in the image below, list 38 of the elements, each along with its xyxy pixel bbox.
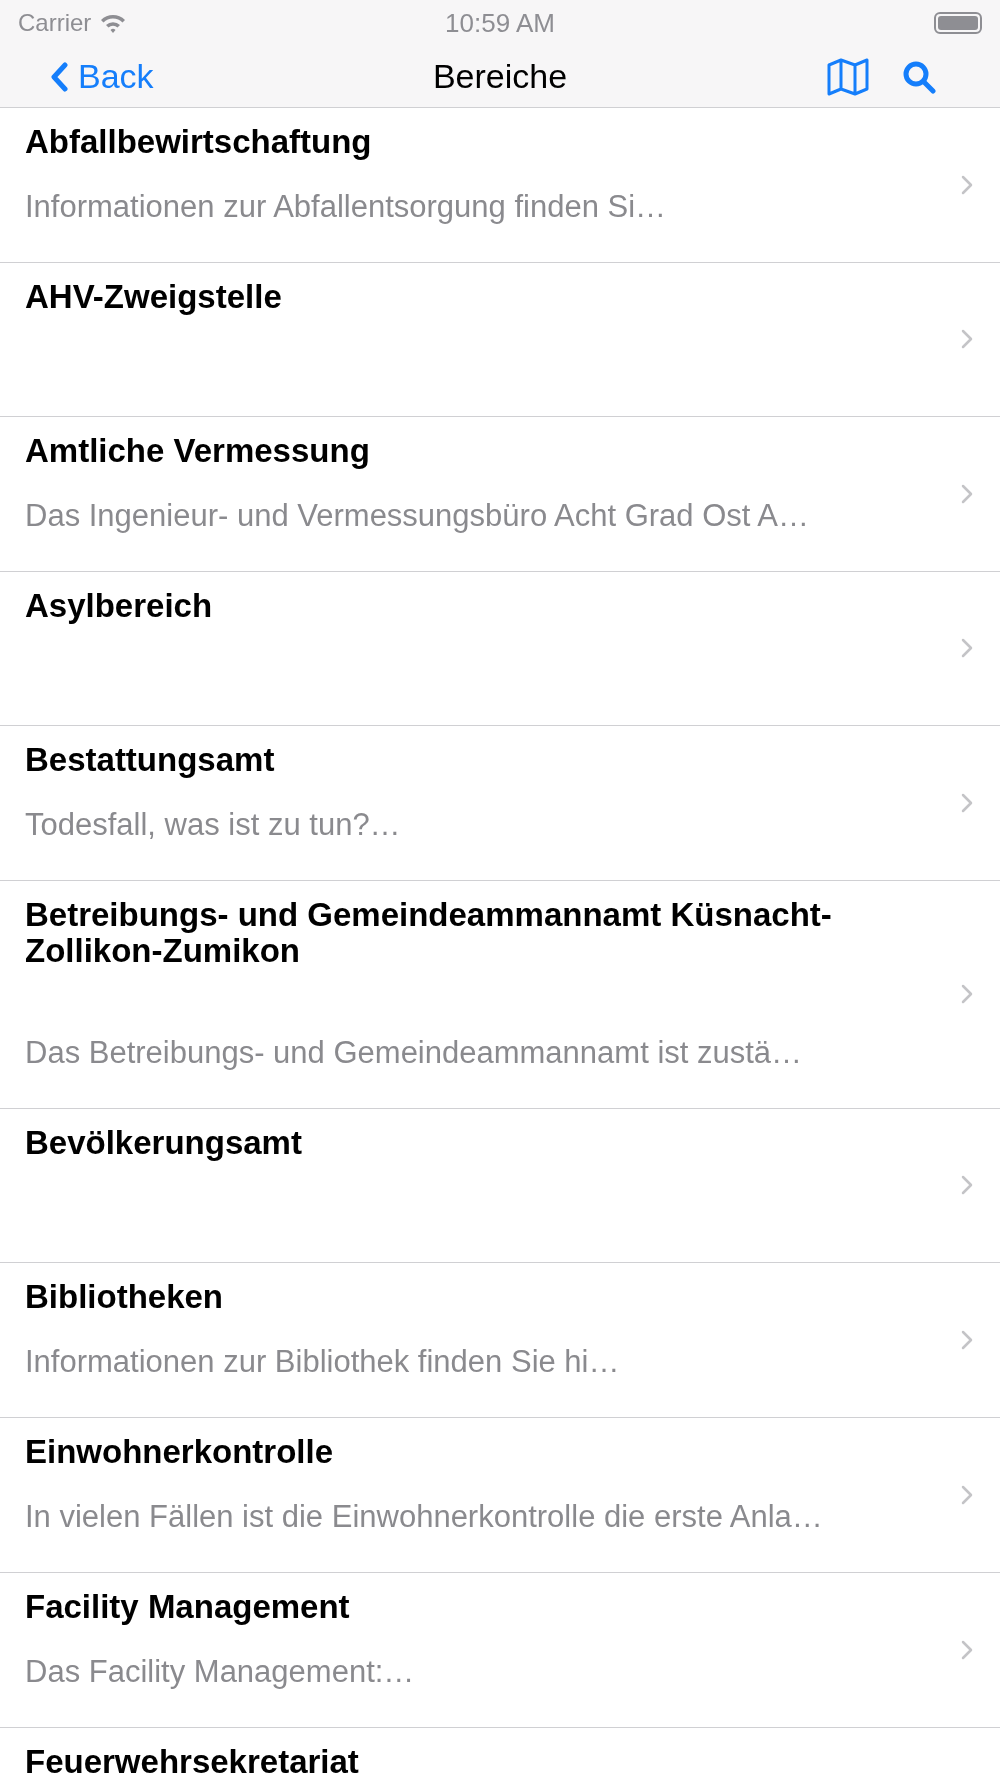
carrier-label: Carrier [18,9,92,37]
row-subtitle: Informationen zur Bibliothek finden Sie hi… [25,1344,621,1380]
row-title: Einwohnerkontrolle [25,1434,335,1470]
row-title: Facility Management [25,1589,351,1625]
row-title: Abfallbewirtschaftung [25,124,373,160]
row-title: Bevölkerungsamt [25,1125,303,1161]
wifi-icon [99,12,128,34]
list-row[interactable]: Asylbereich [0,571,1000,725]
list-row[interactable]: Facility Management Das Facility Management:… [0,1572,1000,1727]
row-title: Bestattungsamt [25,742,276,778]
search-icon[interactable] [902,59,936,94]
list-row[interactable]: Feuerwehrsekretariat [0,1727,1000,1778]
screen-title: Bereiche [432,57,568,95]
row-subtitle: Das Betreibungs- und Gemeindeammannamt ist zustä… [25,1035,804,1071]
row-title: Betreibungs- und Gemeindeammannamt Küsnacht-Zollikon-Zumikon [25,897,833,969]
row-title: Amtliche Vermessung [25,433,371,469]
list-row[interactable]: Bestattungsamt Todesfall, was ist zu tun?… [0,725,1000,880]
list-row[interactable]: Bevölkerungsamt [0,1108,1000,1262]
row-subtitle: Das Facility Management:… [25,1654,416,1690]
chevron-left-icon [50,61,68,92]
list-row[interactable]: Bibliotheken Informationen zur Bibliothek finden Sie hi… [0,1262,1000,1417]
back-button[interactable]: Back [50,57,154,96]
map-icon[interactable] [826,56,870,97]
row-subtitle: In vielen Fällen ist die Einwohnerkontrolle die erste Anla… [25,1499,824,1535]
battery-icon [934,12,982,34]
row-subtitle: Das Ingenieur- und Vermessungsbüro Acht Grad Ost A… [25,498,811,534]
row-title: Feuerwehrsekretariat [25,1744,360,1778]
row-subtitle: Informationen zur Abfallentsorgung finden Si… [25,189,668,225]
row-title: Asylbereich [25,588,214,624]
row-subtitle: Todesfall, was ist zu tun?… [25,807,402,843]
list-row[interactable]: AHV-Zweigstelle [0,262,1000,416]
list-row[interactable]: Einwohnerkontrolle In vielen Fällen ist die Einwohnerkontrolle die erste Anla… [0,1417,1000,1572]
clock-time: 10:59 AM [445,7,555,38]
list-row[interactable]: Amtliche Vermessung Das Ingenieur- und Vermessungsbüro Acht Grad Ost A… [0,416,1000,571]
list-row[interactable]: Abfallbewirtschaftung Informationen zur Abfallentsorgung finden Si… [0,107,1000,262]
list-row[interactable]: Betreibungs- und Gemeindeammannamt Küsnacht-Zollikon-Zumikon Das Betreibungs- und Gemeindeammannamt ist zustä… [0,880,1000,1108]
row-title: Bibliotheken [25,1279,225,1315]
row-title: AHV-Zweigstelle [25,279,283,315]
